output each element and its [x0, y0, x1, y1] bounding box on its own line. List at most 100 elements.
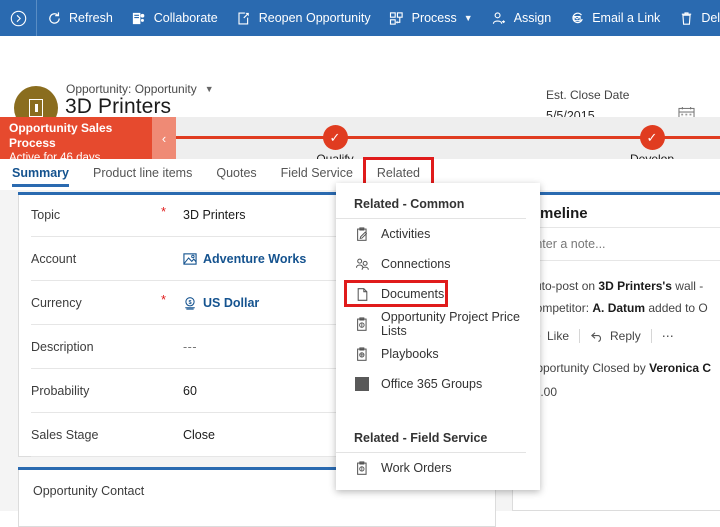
delete-label: Delete — [701, 11, 720, 25]
timeline-closed-post: Opportunity Closed by Veronica C — [513, 343, 720, 379]
post-line-1: Auto-post on 3D Printers's wall - — [527, 275, 720, 297]
reopen-icon — [236, 10, 252, 26]
field-label: Currency — [31, 295, 82, 310]
chevron-right-circle-icon — [10, 10, 26, 26]
more-ellipsis-icon: ⋯ — [661, 329, 674, 343]
field-value[interactable]: 3D Printers — [183, 208, 246, 222]
account-name: Adventure Works — [203, 251, 307, 266]
tab-summary[interactable]: Summary — [0, 159, 81, 190]
process-name: Opportunity Sales Process — [9, 121, 113, 150]
menu-item-work-orders[interactable]: Work Orders — [336, 453, 540, 483]
refresh-label: Refresh — [69, 11, 113, 25]
tab-label: Related — [376, 166, 420, 180]
menu-item-label: Playbooks — [381, 347, 439, 361]
closed-amount: $0.00 — [527, 385, 558, 399]
reopen-opportunity-label: Reopen Opportunity — [258, 11, 371, 25]
email-a-link-button[interactable]: Email a Link — [560, 0, 669, 36]
refresh-button[interactable]: Refresh — [37, 0, 122, 36]
process-name-block[interactable]: Opportunity Sales Process Active for 46 … — [0, 117, 152, 164]
menu-item-label: Documents — [381, 287, 445, 301]
field-value-lookup[interactable]: Adventure Works — [183, 252, 306, 266]
menu-item-label: Activities — [381, 227, 431, 241]
menu-item-label: Office 365 Groups — [381, 377, 483, 391]
collaborate-label: Collaborate — [153, 11, 218, 25]
assign-user-icon — [491, 10, 507, 26]
tab-label: Product line items — [92, 166, 193, 180]
menu-item-office-365-groups[interactable]: Office 365 Groups — [336, 369, 540, 399]
competitor-name: A. Datum — [592, 301, 646, 315]
office365-groups-icon — [354, 376, 370, 392]
trash-icon — [678, 10, 694, 26]
business-process-flow: Opportunity Sales Process Active for 46 … — [0, 117, 720, 166]
timeline-post: Auto-post on 3D Printers's wall - Compet… — [513, 261, 720, 319]
check-icon: ✓ — [322, 125, 348, 150]
tab-label: Field Service — [280, 166, 353, 180]
assign-button[interactable]: Assign — [482, 0, 561, 36]
note-input[interactable]: Enter a note... — [513, 227, 720, 261]
field-label: Description — [31, 339, 94, 354]
collapse-process-button[interactable]: ‹ — [152, 117, 176, 159]
close-date-label: Est. Close Date — [546, 88, 630, 102]
chevron-down-icon: ▼ — [463, 13, 473, 23]
field-value[interactable]: --- — [183, 340, 197, 354]
field-label: Account — [31, 251, 77, 266]
opportunity-record-icon — [29, 99, 43, 117]
activities-icon — [354, 226, 370, 242]
refresh-icon — [46, 10, 62, 26]
post-actions: Like Reply ⋯ — [513, 319, 720, 343]
closed-prefix: Opportunity Closed by — [527, 361, 650, 375]
required-marker: * — [161, 204, 167, 219]
menu-item-label: Work Orders — [381, 461, 452, 475]
timeline-title: Timeline — [527, 205, 588, 222]
email-link-icon — [569, 10, 585, 26]
post-line-2: Competitor: A. Datum added to O — [527, 297, 720, 319]
reply-label: Reply — [610, 329, 641, 343]
divider — [579, 329, 581, 343]
menu-item-connections[interactable]: Connections — [336, 249, 540, 279]
related-dropdown-menu: Related - Common Activities Connections — [336, 183, 540, 490]
reopen-opportunity-button[interactable]: Reopen Opportunity — [227, 0, 380, 36]
menu-item-playbooks[interactable]: Playbooks — [336, 339, 540, 369]
reply-button[interactable]: Reply — [590, 329, 651, 343]
delete-button[interactable]: Delete — [669, 0, 720, 36]
tab-product-line-items[interactable]: Product line items — [81, 159, 204, 190]
command-bar: Refresh Collaborate Reopen Opportunity P… — [0, 0, 720, 36]
tab-label: Summary — [12, 166, 69, 180]
connections-icon — [354, 256, 370, 272]
tab-quotes[interactable]: Quotes — [204, 159, 268, 190]
expand-command-bar-button[interactable] — [0, 0, 37, 36]
competitor-suffix: added to O — [645, 301, 708, 315]
currency-icon: $ — [183, 296, 197, 310]
process-label: Process — [411, 11, 457, 25]
tab-label: Quotes — [216, 166, 257, 180]
collaborate-icon — [131, 10, 147, 26]
menu-item-label: Opportunity Project Price Lists — [381, 310, 520, 338]
menu-item-activities[interactable]: Activities — [336, 219, 540, 249]
documents-icon — [354, 286, 370, 302]
post-suffix: wall - — [671, 279, 704, 293]
playbook-icon — [354, 346, 370, 362]
field-value-lookup[interactable]: $ US Dollar — [183, 296, 259, 310]
field-label: Topic — [31, 207, 61, 222]
required-marker: * — [161, 292, 167, 307]
menu-item-opportunity-project-price-lists[interactable]: Opportunity Project Price Lists — [336, 309, 540, 339]
divider — [650, 329, 652, 343]
work-order-icon — [354, 460, 370, 476]
entity-breadcrumb[interactable]: Opportunity: Opportunity ▼ — [66, 82, 214, 96]
dropdown-group-title-common: Related - Common — [336, 183, 526, 219]
price-list-icon — [354, 316, 370, 332]
menu-item-label: Connections — [381, 257, 451, 271]
field-value[interactable]: 60 — [183, 384, 197, 398]
dropdown-group-title-field-service: Related - Field Service — [336, 417, 526, 453]
process-icon — [389, 10, 405, 26]
chevron-left-icon: ‹ — [161, 130, 167, 146]
account-icon — [183, 252, 197, 266]
like-label: Like — [547, 329, 570, 343]
entity-label: Opportunity: Opportunity — [66, 82, 197, 96]
more-actions-button[interactable]: ⋯ — [662, 329, 684, 343]
field-value[interactable]: Close — [183, 428, 215, 442]
email-a-link-label: Email a Link — [592, 11, 661, 25]
collaborate-button[interactable]: Collaborate — [122, 0, 227, 36]
menu-item-documents[interactable]: Documents — [336, 279, 540, 309]
process-button[interactable]: Process ▼ — [380, 0, 482, 36]
